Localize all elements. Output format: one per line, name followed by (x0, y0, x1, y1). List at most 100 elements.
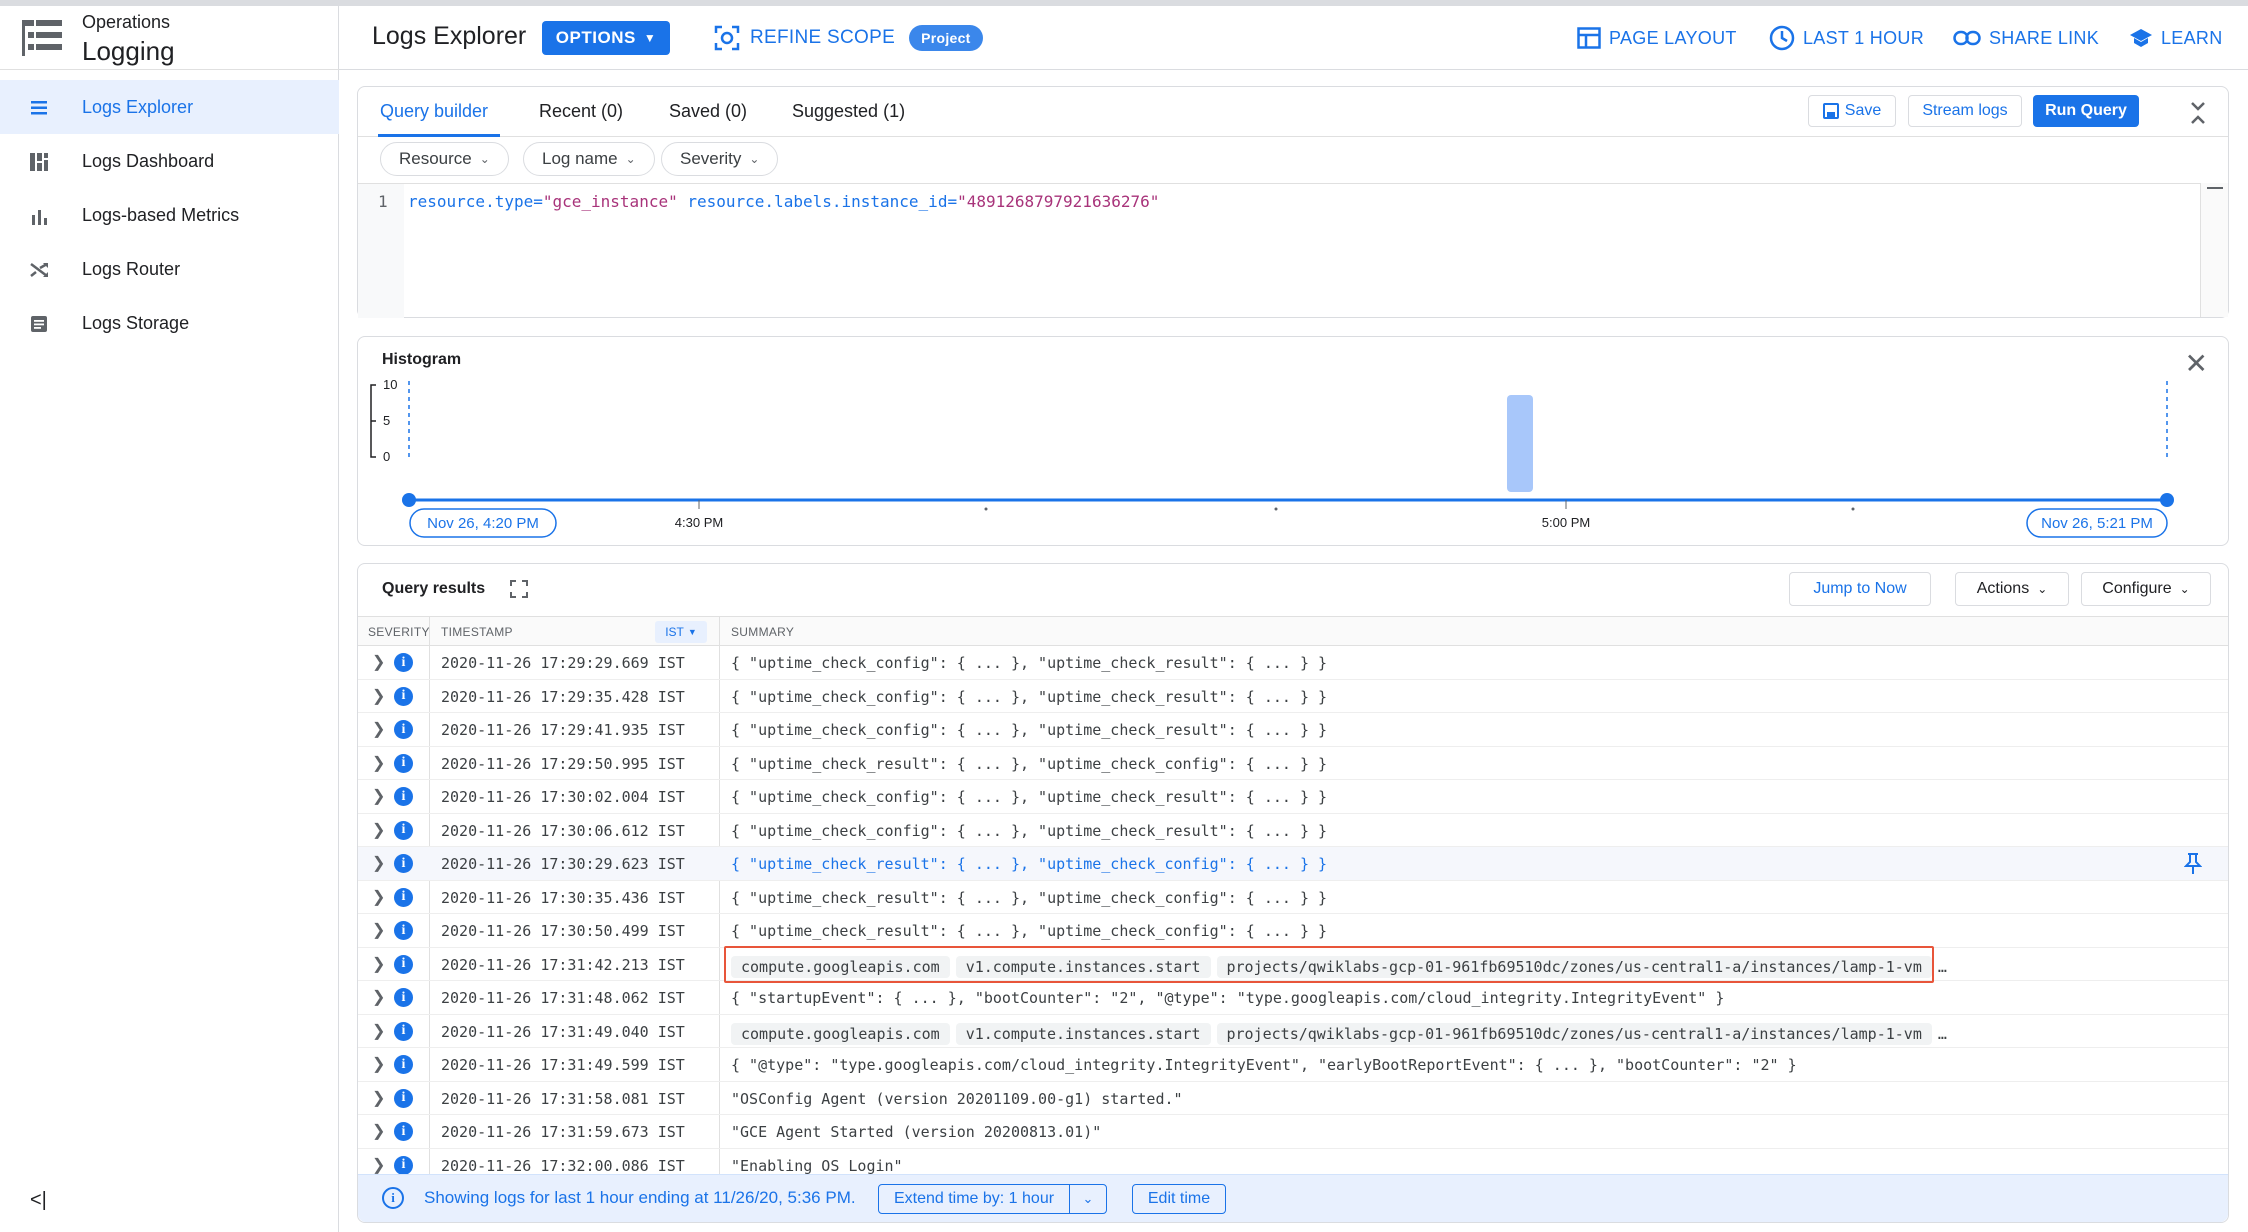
tab-saved[interactable]: Saved (0) (669, 101, 747, 122)
row-summary: compute.googleapis.com v1.compute.instanc… (731, 1022, 1947, 1045)
end-handle[interactable] (2160, 493, 2174, 507)
expand-row-icon[interactable]: ❯ (372, 1155, 385, 1175)
extend-time-dropdown[interactable]: ⌄ (1069, 1184, 1107, 1214)
query-text[interactable]: resource.type="gce_instance" resource.la… (408, 192, 1159, 211)
expand-row-icon[interactable]: ❯ (372, 719, 385, 739)
table-row[interactable]: ❯ i 2020-11-26 17:30:06.612 IST { "uptime_c… (358, 814, 2228, 847)
table-row[interactable]: ❯ i 2020-11-26 17:29:29.669 IST { "uptime_c… (358, 646, 2228, 680)
expand-row-icon[interactable]: ❯ (372, 954, 385, 974)
timezone-selector[interactable]: IST ▼ (655, 621, 707, 643)
collapse-panel-icon[interactable] (2188, 101, 2208, 125)
table-row[interactable]: ❯ i 2020-11-26 17:29:50.995 IST { "uptime_c… (358, 747, 2228, 780)
table-row[interactable]: ❯ i 2020-11-26 17:30:50.499 IST { "uptime_c… (358, 914, 2228, 948)
expand-row-icon[interactable]: ❯ (372, 987, 385, 1007)
save-query-button[interactable]: Save (1808, 95, 1896, 127)
chevron-down-icon: ⌄ (479, 152, 490, 166)
timestamp-column-header[interactable]: TIMESTAMP (441, 625, 513, 639)
share-link-button[interactable]: SHARE LINK (1953, 24, 2099, 52)
table-row[interactable]: ❯ i 2020-11-26 17:31:49.040 IST compute.goo… (358, 1015, 2228, 1048)
sidebar-item-label: Logs Storage (82, 312, 190, 333)
query-builder-panel: Query builder Recent (0) Saved (0) Sugge… (357, 86, 2229, 318)
actions-button[interactable]: Actions ⌄ (1955, 572, 2069, 606)
time-range-button[interactable]: LAST 1 HOUR (1769, 24, 1924, 52)
query-editor[interactable]: 1 resource.type="gce_instance" resource.… (358, 183, 2200, 318)
jump-to-now-button[interactable]: Jump to Now (1789, 572, 1931, 606)
expand-row-icon[interactable]: ❯ (372, 920, 385, 940)
expand-row-icon[interactable]: ❯ (372, 1121, 385, 1141)
sidebar-item-logs-router[interactable]: Logs Router (0, 242, 339, 296)
highlight-box (724, 945, 1934, 983)
scope-badge: Project (909, 25, 983, 51)
product-brand: Operations Logging (0, 6, 339, 70)
expand-row-icon[interactable]: ❯ (372, 820, 385, 840)
collapse-sidebar-icon[interactable]: <| (30, 1189, 47, 1212)
summary-field-chip[interactable]: v1.compute.instances.start (955, 1022, 1211, 1045)
expand-row-icon[interactable]: ❯ (372, 652, 385, 672)
editor-scrollbar[interactable] (2200, 183, 2228, 317)
chip-label: Severity (680, 149, 742, 168)
start-handle[interactable] (402, 493, 416, 507)
pin-icon[interactable] (2184, 853, 2202, 875)
table-row[interactable]: ❯ i 2020-11-26 17:31:49.599 IST { "@type": … (358, 1048, 2228, 1082)
table-row[interactable]: ❯ i 2020-11-26 17:29:35.428 IST { "uptime_c… (358, 680, 2228, 713)
expand-row-icon[interactable]: ❯ (372, 1088, 385, 1108)
table-row[interactable]: ❯ i 2020-11-26 17:31:59.673 IST "GCE Agent … (358, 1115, 2228, 1149)
table-row[interactable]: ❯ i 2020-11-26 17:31:48.062 IST { "startupE… (358, 981, 2228, 1015)
query-key: resource.type= (408, 192, 543, 211)
table-row[interactable]: ❯ i 2020-11-26 17:31:42.213 IST compute.goo… (358, 945, 2228, 983)
expand-row-icon[interactable]: ❯ (372, 853, 385, 873)
severity-info-icon: i (394, 921, 413, 940)
log-name-filter-chip[interactable]: Log name ⌄ (523, 142, 655, 176)
save-icon (1822, 103, 1839, 119)
end-time-label: Nov 26, 5:21 PM (2041, 515, 2153, 532)
tab-query-builder[interactable]: Query builder (380, 101, 488, 122)
extend-time-button[interactable]: Extend time by: 1 hour (878, 1184, 1070, 1214)
refine-scope-label: REFINE SCOPE (750, 27, 896, 48)
learn-button[interactable]: LEARN (2129, 24, 2223, 52)
more-fields[interactable]: … (1938, 1025, 1947, 1043)
more-fields[interactable]: … (1938, 958, 1947, 976)
expand-row-icon[interactable]: ❯ (372, 686, 385, 706)
sidebar-item-logs-based-metrics[interactable]: Logs-based Metrics (0, 188, 339, 242)
tab-suggested[interactable]: Suggested (1) (792, 101, 905, 122)
query-key: resource.labels.instance_id= (687, 192, 958, 211)
fullscreen-icon[interactable] (510, 580, 528, 598)
resource-filter-chip[interactable]: Resource ⌄ (380, 142, 509, 176)
page-layout-button[interactable]: PAGE LAYOUT (1577, 24, 1737, 52)
row-timestamp: 2020-11-26 17:30:50.499 IST (441, 922, 685, 940)
row-summary: { "startupEvent": { ... }, "bootCounter"… (731, 989, 1725, 1007)
dashboard-icon (30, 153, 48, 171)
edit-time-button[interactable]: Edit time (1132, 1184, 1226, 1214)
configure-button[interactable]: Configure ⌄ (2081, 572, 2211, 606)
table-row[interactable]: ❯ i 2020-11-26 17:30:02.004 IST { "uptime_c… (358, 780, 2228, 814)
summary-field-chip[interactable]: compute.googleapis.com (731, 1022, 950, 1045)
table-row[interactable]: ❯ i 2020-11-26 17:31:58.081 IST "OSConfig A… (358, 1082, 2228, 1115)
severity-filter-chip[interactable]: Severity ⌄ (661, 142, 779, 176)
expand-row-icon[interactable]: ❯ (372, 1021, 385, 1041)
severity-column-header[interactable]: SEVERITY (368, 625, 430, 639)
sidebar-item-label: Logs Dashboard (82, 150, 215, 171)
tab-recent[interactable]: Recent (0) (539, 101, 623, 122)
page-layout-icon (1577, 27, 1601, 49)
expand-row-icon[interactable]: ❯ (372, 753, 385, 773)
row-timestamp: 2020-11-26 17:30:02.004 IST (441, 788, 685, 806)
sidebar-item-logs-dashboard[interactable]: Logs Dashboard (0, 134, 339, 188)
expand-row-icon[interactable]: ❯ (372, 887, 385, 907)
expand-row-icon[interactable]: ❯ (372, 786, 385, 806)
refine-scope-button[interactable]: REFINE SCOPE Project (714, 22, 983, 54)
summary-field-chip[interactable]: projects/qwiklabs-gcp-01-961fb69510dc/zo… (1216, 1022, 1932, 1045)
expand-row-icon[interactable]: ❯ (372, 1054, 385, 1074)
stream-logs-button[interactable]: Stream logs (1908, 95, 2022, 127)
summary-column-header[interactable]: SUMMARY (731, 625, 794, 639)
sidebar-item-logs-storage[interactable]: Logs Storage (0, 296, 339, 350)
run-query-button[interactable]: Run Query (2033, 95, 2139, 127)
options-button[interactable]: OPTIONS ▼ (542, 21, 670, 55)
row-summary: { "uptime_check_result": { ... }, "uptim… (731, 855, 1328, 873)
row-summary: { "uptime_check_result": { ... }, "uptim… (731, 888, 1328, 907)
table-row[interactable]: ❯ i 2020-11-26 17:30:35.436 IST { "uptime_c… (358, 881, 2228, 914)
table-row[interactable]: ❯ i 2020-11-26 17:29:41.935 IST { "uptime_c… (358, 713, 2228, 747)
learn-label: LEARN (2161, 27, 2223, 48)
table-row[interactable]: ❯ i 2020-11-26 17:30:29.623 IST { "uptime_c… (358, 847, 2228, 881)
results-title: Query results (382, 580, 486, 597)
sidebar-item-logs-explorer[interactable]: Logs Explorer (0, 80, 339, 134)
